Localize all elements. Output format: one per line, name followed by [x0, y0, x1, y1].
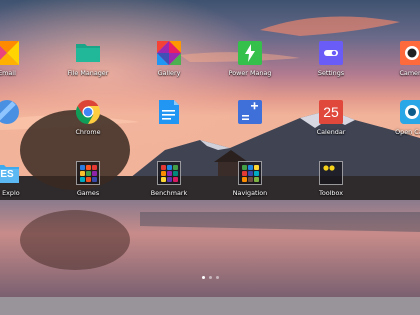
home-screen: Email File Manager Gallery Power Manag Setti…	[0, 0, 420, 315]
chrome-icon	[75, 100, 101, 124]
app-label: Chrome	[75, 128, 101, 136]
settings-icon	[319, 41, 343, 65]
camera-icon	[400, 100, 420, 124]
app-navigation[interactable]: Navigation	[218, 161, 282, 197]
app-label: Calendar	[316, 128, 346, 136]
app-games[interactable]: Games	[56, 161, 120, 197]
app-label: Open Cam	[395, 128, 420, 136]
app-es-explorer[interactable]: ES le Explo	[0, 161, 39, 197]
app-open-camera[interactable]: Open Cam	[380, 100, 420, 136]
app-docs[interactable]	[137, 100, 201, 129]
page-dot[interactable]	[208, 276, 212, 279]
app-label: Navigation	[232, 189, 268, 197]
es-logo-badge: ES	[0, 169, 14, 180]
calendar-icon: 25	[319, 100, 343, 124]
app-calendar[interactable]: 25 Calendar	[299, 100, 363, 136]
app-email[interactable]: Email	[0, 41, 39, 77]
folder-icon	[157, 161, 181, 185]
app-label: le Explo	[0, 189, 20, 197]
folder-icon	[76, 41, 100, 65]
email-icon	[0, 41, 19, 65]
folder-icon	[238, 161, 262, 185]
app-label: Settings	[317, 69, 345, 77]
app-power-manager[interactable]: Power Manag	[218, 41, 282, 77]
calendar-date-badge: 25	[323, 104, 339, 120]
app-calculator[interactable]	[218, 100, 282, 129]
app-camera[interactable]: Camera	[380, 41, 420, 77]
gallery-icon	[157, 41, 181, 65]
folder-icon	[76, 161, 100, 185]
app-file-manager[interactable]: File Manager	[56, 41, 120, 77]
calculator-icon	[238, 100, 262, 124]
page-dot[interactable]	[215, 276, 219, 279]
app-label: File Manager	[67, 69, 109, 77]
app-settings[interactable]: Settings	[299, 41, 363, 77]
app-browser[interactable]	[0, 100, 39, 129]
app-label: Email	[0, 69, 16, 77]
app-label: Games	[76, 189, 100, 197]
document-icon	[157, 100, 181, 124]
app-toolbox[interactable]: Toolbox	[299, 161, 363, 197]
app-label: Power Manag	[228, 69, 272, 77]
app-label: Benchmark	[150, 189, 188, 197]
app-label: Toolbox	[319, 189, 343, 197]
battery-icon	[238, 41, 262, 65]
app-benchmark[interactable]: Benchmark	[137, 161, 201, 197]
app-gallery[interactable]: Gallery	[137, 41, 201, 77]
es-file-explorer-icon: ES	[0, 161, 19, 185]
camera-icon	[400, 41, 420, 65]
app-label: Camera	[399, 69, 420, 77]
page-dot[interactable]	[201, 276, 205, 279]
navigation-bar	[0, 297, 420, 315]
app-label: Gallery	[157, 69, 181, 77]
app-chrome[interactable]: Chrome	[56, 100, 120, 136]
browser-icon	[0, 100, 19, 124]
page-indicator	[0, 274, 420, 280]
folder-icon	[319, 161, 343, 185]
